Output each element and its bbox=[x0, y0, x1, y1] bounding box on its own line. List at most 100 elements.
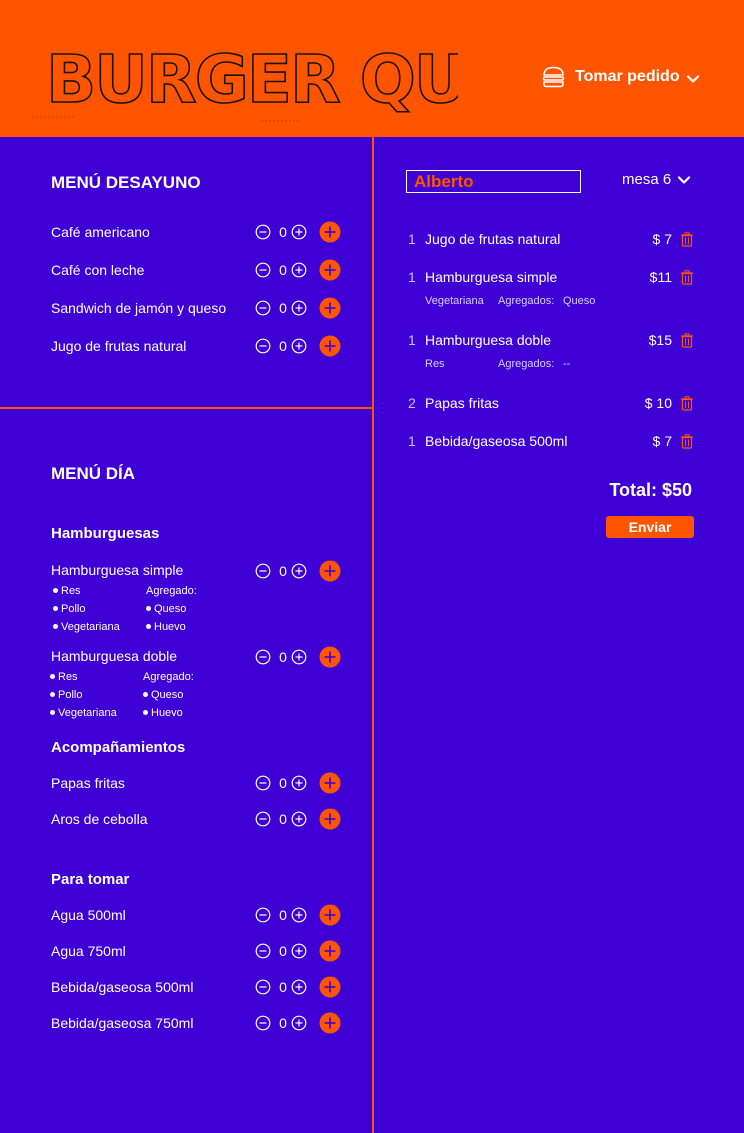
quantity-stepper: 0 bbox=[255, 645, 339, 669]
order-line-extras: -- bbox=[563, 358, 571, 370]
add-to-order-button[interactable] bbox=[319, 1012, 341, 1034]
plus-icon[interactable] bbox=[291, 811, 307, 827]
minus-icon[interactable] bbox=[255, 649, 271, 665]
breakfast-menu-title: MENÚ DESAYUNO bbox=[51, 173, 201, 192]
plus-icon[interactable] bbox=[291, 943, 307, 959]
quantity-value: 0 bbox=[279, 338, 287, 354]
plus-icon[interactable] bbox=[291, 1015, 307, 1031]
menu-item: Hamburguesa simple 0 bbox=[51, 559, 351, 583]
plus-icon[interactable] bbox=[291, 300, 307, 316]
plus-icon[interactable] bbox=[291, 979, 307, 995]
option-huevo[interactable]: Huevo bbox=[143, 704, 194, 722]
add-to-order-button[interactable] bbox=[319, 940, 341, 962]
order-line-extras-label: Agregados: bbox=[498, 358, 555, 370]
order-line-name: Jugo de frutas natural bbox=[425, 231, 561, 247]
table-select-label: mesa 6 bbox=[622, 171, 672, 188]
plus-icon[interactable] bbox=[291, 649, 307, 665]
add-to-order-button[interactable] bbox=[319, 560, 341, 582]
order-line-price: $ 7 bbox=[652, 231, 672, 247]
plus-icon[interactable] bbox=[291, 563, 307, 579]
order-line-qty: 1 bbox=[408, 269, 416, 285]
plus-icon[interactable] bbox=[291, 775, 307, 791]
add-to-order-button[interactable] bbox=[319, 221, 341, 243]
order-line-extras-label: Agregados: bbox=[498, 295, 555, 307]
option-vegetariana[interactable]: Vegetariana bbox=[50, 704, 117, 722]
table-select[interactable]: mesa 6 bbox=[622, 171, 691, 188]
trash-icon[interactable] bbox=[680, 396, 694, 411]
menu-item-name: Bebida/gaseosa 750ml bbox=[51, 1015, 194, 1031]
order-line-name: Hamburguesa doble bbox=[425, 332, 552, 348]
option-res[interactable]: Res bbox=[50, 668, 117, 686]
minus-icon[interactable] bbox=[255, 1015, 271, 1031]
order-line-price: $15 bbox=[648, 332, 672, 348]
burger-extra-options: Agregado: Queso Huevo bbox=[143, 668, 194, 722]
order-line-name: Bebida/gaseosa 500ml bbox=[425, 433, 568, 449]
logo-decoration bbox=[261, 120, 299, 122]
add-to-order-button[interactable] bbox=[319, 259, 341, 281]
minus-icon[interactable] bbox=[255, 907, 271, 923]
send-order-button[interactable]: Enviar bbox=[606, 516, 694, 538]
minus-icon[interactable] bbox=[255, 811, 271, 827]
menu-item: Agua 750ml 0 bbox=[51, 939, 351, 963]
vertical-divider bbox=[372, 137, 374, 1133]
client-name-input[interactable] bbox=[406, 170, 581, 193]
plus-icon[interactable] bbox=[291, 224, 307, 240]
add-to-order-button[interactable] bbox=[319, 335, 341, 357]
menu-item: Hamburguesa doble 0 bbox=[51, 645, 351, 669]
minus-icon[interactable] bbox=[255, 943, 271, 959]
quantity-value: 0 bbox=[279, 775, 287, 791]
svg-text:BURGER QUEEN: BURGER QUEEN bbox=[46, 41, 458, 115]
chevron-down-icon bbox=[677, 175, 691, 185]
order-line-qty: 2 bbox=[408, 395, 416, 411]
minus-icon[interactable] bbox=[255, 300, 271, 316]
plus-icon[interactable] bbox=[291, 907, 307, 923]
add-to-order-button[interactable] bbox=[319, 772, 341, 794]
trash-icon[interactable] bbox=[680, 232, 694, 247]
plus-icon[interactable] bbox=[291, 262, 307, 278]
order-line-price: $11 bbox=[649, 269, 672, 285]
minus-icon[interactable] bbox=[255, 979, 271, 995]
menu-item-name: Hamburguesa doble bbox=[51, 648, 178, 664]
quantity-stepper: 0 bbox=[255, 771, 339, 795]
menu-item: Sandwich de jamón y queso 0 bbox=[51, 296, 351, 320]
quantity-value: 0 bbox=[279, 262, 287, 278]
take-order-menu[interactable]: Tomar pedido bbox=[542, 64, 700, 90]
menu-item: Café con leche 0 bbox=[51, 258, 351, 282]
minus-icon[interactable] bbox=[255, 224, 271, 240]
order-line-price: $ 10 bbox=[644, 395, 672, 411]
option-res[interactable]: Res bbox=[53, 582, 120, 600]
bullet-icon bbox=[50, 691, 55, 697]
trash-icon[interactable] bbox=[680, 333, 694, 348]
logo-decoration bbox=[32, 116, 74, 118]
add-to-order-button[interactable] bbox=[319, 808, 341, 830]
option-queso[interactable]: Queso bbox=[143, 686, 194, 704]
add-to-order-button[interactable] bbox=[319, 904, 341, 926]
option-huevo[interactable]: Huevo bbox=[146, 618, 197, 636]
burger-type-options: Res Pollo Vegetariana bbox=[53, 582, 120, 636]
option-pollo[interactable]: Pollo bbox=[50, 686, 117, 704]
add-to-order-button[interactable] bbox=[319, 297, 341, 319]
order-line-qty: 1 bbox=[408, 231, 416, 247]
option-queso[interactable]: Queso bbox=[146, 600, 197, 618]
trash-icon[interactable] bbox=[680, 270, 694, 285]
menu-item: Jugo de frutas natural 0 bbox=[51, 334, 351, 358]
add-to-order-button[interactable] bbox=[319, 646, 341, 668]
option-vegetariana[interactable]: Vegetariana bbox=[53, 618, 120, 636]
minus-icon[interactable] bbox=[255, 262, 271, 278]
plus-icon[interactable] bbox=[291, 338, 307, 354]
minus-icon[interactable] bbox=[255, 563, 271, 579]
trash-icon[interactable] bbox=[680, 434, 694, 449]
menu-item-name: Jugo de frutas natural bbox=[51, 338, 187, 354]
quantity-stepper: 0 bbox=[255, 559, 339, 583]
order-line: 1 Hamburguesa doble $15 bbox=[400, 329, 700, 351]
burger-extra-options: Agregado: Queso Huevo bbox=[146, 582, 197, 636]
menu-item: Agua 500ml 0 bbox=[51, 903, 351, 927]
order-line-type: Res bbox=[425, 358, 445, 370]
minus-icon[interactable] bbox=[255, 338, 271, 354]
add-to-order-button[interactable] bbox=[319, 976, 341, 998]
quantity-stepper: 0 bbox=[255, 258, 339, 282]
option-pollo[interactable]: Pollo bbox=[53, 600, 120, 618]
minus-icon[interactable] bbox=[255, 775, 271, 791]
extras-label: Agregado: bbox=[143, 671, 194, 683]
order-line-extras: Queso bbox=[563, 295, 596, 307]
